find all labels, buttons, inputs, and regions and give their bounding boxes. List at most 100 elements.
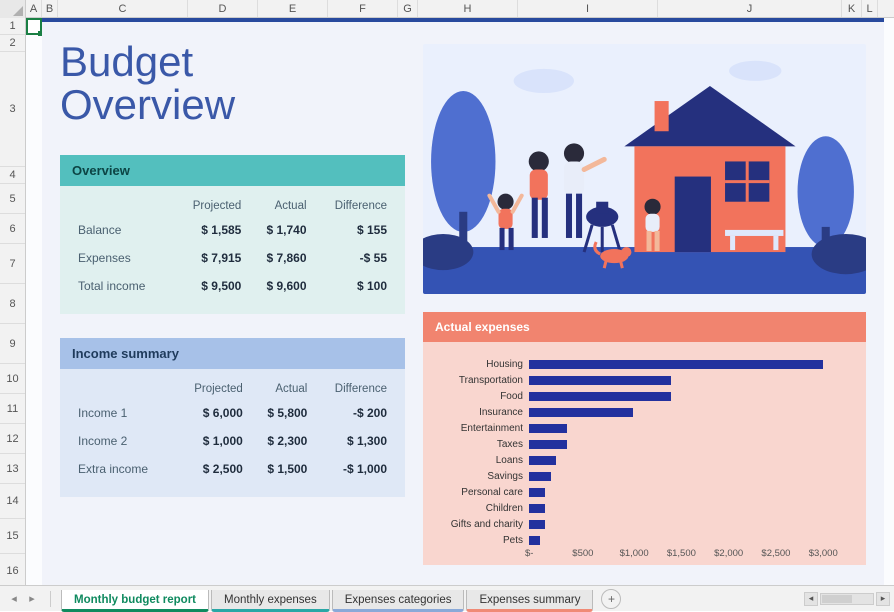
overview-card: Overview Projected Actual Difference Bal… (60, 155, 405, 314)
table-row: Expenses$ 7,915$ 7,860-$ 55 (72, 244, 393, 272)
column-header[interactable]: J (658, 0, 842, 17)
column-header[interactable]: G (398, 0, 418, 17)
row-header[interactable]: 2 (0, 35, 25, 52)
page-title: BudgetOverview (60, 40, 405, 127)
chart-bar-label: Children (433, 503, 529, 514)
column-header[interactable]: K (842, 0, 862, 17)
sheet-tab[interactable]: Expenses summary (466, 590, 593, 612)
sheet-tab[interactable]: Monthly budget report (61, 590, 209, 612)
row-header[interactable]: 7 (0, 244, 25, 284)
scroll-right-button[interactable]: ▸ (876, 592, 890, 606)
sheet-tab[interactable]: Expenses categories (332, 590, 465, 612)
table-row: Total income$ 9,500$ 9,600$ 100 (72, 272, 393, 300)
chart-bar (529, 536, 540, 545)
income-heading: Income summary (60, 338, 405, 369)
spreadsheet-grid[interactable]: BudgetOverview Overview Projected Actual… (26, 18, 894, 585)
column-header[interactable]: F (328, 0, 398, 17)
horizontal-scrollbar[interactable]: ◂ ▸ (804, 592, 894, 606)
table-row: Extra income$ 2,500$ 1,500-$ 1,000 (72, 455, 393, 483)
chart-bar-row: Housing (433, 356, 856, 372)
chart-bar-label: Housing (433, 359, 529, 370)
row-header[interactable]: 11 (0, 394, 25, 424)
row-header[interactable]: 16 (0, 554, 25, 589)
table-header-row: Projected Actual Difference (72, 379, 393, 399)
chart-bar-label: Taxes (433, 439, 529, 450)
chart-bar (529, 424, 567, 433)
chart-bar (529, 408, 633, 417)
chart-bar-row: Insurance (433, 404, 856, 420)
sheet-tab-bar: ◂ ▸ Monthly budget reportMonthly expense… (0, 585, 894, 611)
tab-nav-first[interactable]: ◂ (6, 591, 22, 607)
sheet-content: BudgetOverview Overview Projected Actual… (42, 18, 884, 585)
chart-bar (529, 520, 545, 529)
expenses-chart-card: Actual expenses Housing Transportation Foo… (423, 312, 866, 565)
chart-bar-label: Entertainment (433, 423, 529, 434)
chart-axis: $-$500$1,000$1,500$2,000$2,500$3,000 (535, 548, 856, 559)
chart-bar-row: Entertainment (433, 420, 856, 436)
chart-bar (529, 472, 551, 481)
scroll-track[interactable] (820, 593, 874, 605)
chart-bar (529, 488, 545, 497)
row-header[interactable]: 5 (0, 184, 25, 214)
chart-bar-label: Insurance (433, 407, 529, 418)
chart-bar (529, 360, 823, 369)
row-header[interactable]: 15 (0, 519, 25, 554)
chart-bar-label: Savings (433, 471, 529, 482)
chart-bar-row: Savings (433, 468, 856, 484)
scroll-left-button[interactable]: ◂ (804, 592, 818, 606)
select-all-corner[interactable] (0, 0, 26, 18)
row-header[interactable]: 13 (0, 454, 25, 484)
income-table: Projected Actual Difference Income 1$ 6,… (72, 379, 393, 483)
column-header[interactable]: C (58, 0, 188, 17)
row-header[interactable]: 4 (0, 167, 25, 184)
row-header[interactable]: 8 (0, 284, 25, 324)
chart-bar (529, 504, 545, 513)
column-header[interactable]: I (518, 0, 658, 17)
chart-bar-row: Pets (433, 532, 856, 548)
row-header[interactable]: 6 (0, 214, 25, 244)
table-row: Balance$ 1,585$ 1,740$ 155 (72, 216, 393, 244)
chart-bar-label: Food (433, 391, 529, 402)
chart-bar (529, 440, 567, 449)
table-row: Income 2$ 1,000$ 2,300$ 1,300 (72, 427, 393, 455)
column-header[interactable]: A (26, 0, 42, 17)
row-header[interactable]: 10 (0, 364, 25, 394)
chart-bar (529, 456, 556, 465)
chart-heading: Actual expenses (423, 312, 866, 342)
overview-table: Projected Actual Difference Balance$ 1,5… (72, 196, 393, 300)
column-header[interactable]: B (42, 0, 58, 17)
row-headers: 12345678910111213141516 (0, 18, 26, 585)
active-cell (26, 18, 42, 35)
column-headers: ABCDEFGHIJKL (0, 0, 894, 18)
add-sheet-button[interactable]: + (601, 589, 621, 609)
row-header[interactable]: 1 (0, 18, 25, 35)
chart-bar-row: Transportation (433, 372, 856, 388)
column-header[interactable]: E (258, 0, 328, 17)
row-header[interactable]: 14 (0, 484, 25, 519)
chart-bar (529, 376, 671, 385)
tab-nav-prev[interactable]: ▸ (24, 591, 40, 607)
chart-bar-label: Pets (433, 535, 529, 546)
chart-bar-label: Personal care (433, 487, 529, 498)
income-card: Income summary Projected Actual Differen… (60, 338, 405, 497)
hero-illustration (423, 44, 866, 294)
sheet-tabs: Monthly budget reportMonthly expensesExp… (61, 586, 595, 611)
chart-bar-row: Gifts and charity (433, 516, 856, 532)
chart-bar-row: Personal care (433, 484, 856, 500)
column-header[interactable]: D (188, 0, 258, 17)
chart-bar (529, 392, 671, 401)
chart-bar-label: Gifts and charity (433, 519, 529, 530)
table-row: Income 1$ 6,000$ 5,800-$ 200 (72, 399, 393, 427)
chart-bar-row: Loans (433, 452, 856, 468)
row-header[interactable]: 9 (0, 324, 25, 364)
row-header[interactable]: 12 (0, 424, 25, 454)
column-header[interactable]: H (418, 0, 518, 17)
table-header-row: Projected Actual Difference (72, 196, 393, 216)
overview-heading: Overview (60, 155, 405, 186)
chart-bar-row: Taxes (433, 436, 856, 452)
chart-bar-row: Food (433, 388, 856, 404)
chart-bar-label: Transportation (433, 375, 529, 386)
row-header[interactable]: 3 (0, 52, 25, 167)
column-header[interactable]: L (862, 0, 878, 17)
sheet-tab[interactable]: Monthly expenses (211, 590, 330, 612)
